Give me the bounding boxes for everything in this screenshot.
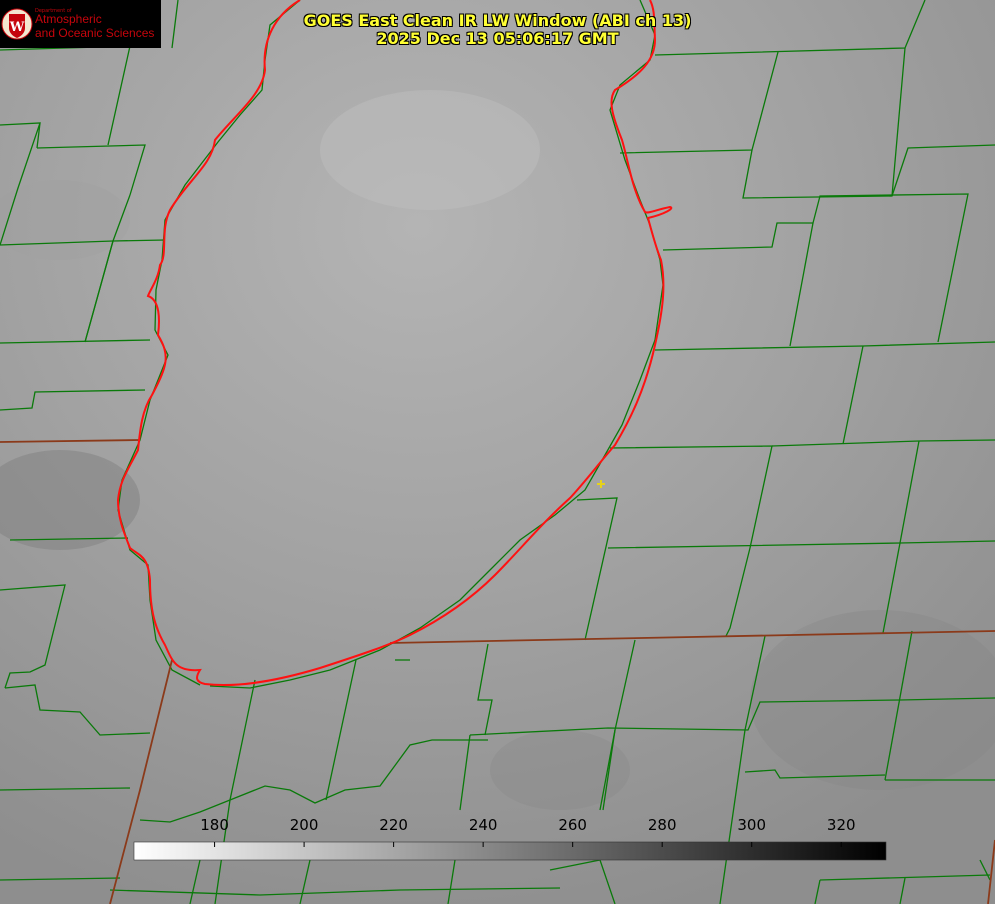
uw-crest-icon: W (1, 8, 33, 40)
colorbar-tick-label: 200 (290, 816, 319, 834)
svg-text:W: W (9, 20, 25, 35)
cloud-texture (320, 90, 540, 210)
colorbar (133, 841, 887, 861)
satellite-map: 180 200 220 240 260 280 300 320 (0, 0, 995, 904)
colorbar-tick-label: 260 (558, 816, 587, 834)
aos-logo: W Department of Atmospheric and Oceanic … (0, 0, 161, 48)
colorbar-tick-label: 320 (827, 816, 856, 834)
logo-line-2: and Oceanic Sciences (35, 26, 155, 40)
logo-line-1: Atmospheric (35, 12, 102, 26)
colorbar-tick-label: 220 (379, 816, 408, 834)
colorbar-tick-label: 280 (648, 816, 677, 834)
colorbar-tick-label: 240 (469, 816, 498, 834)
colorbar-tick-label: 300 (737, 816, 766, 834)
colorbar-tick-label: 180 (200, 816, 229, 834)
